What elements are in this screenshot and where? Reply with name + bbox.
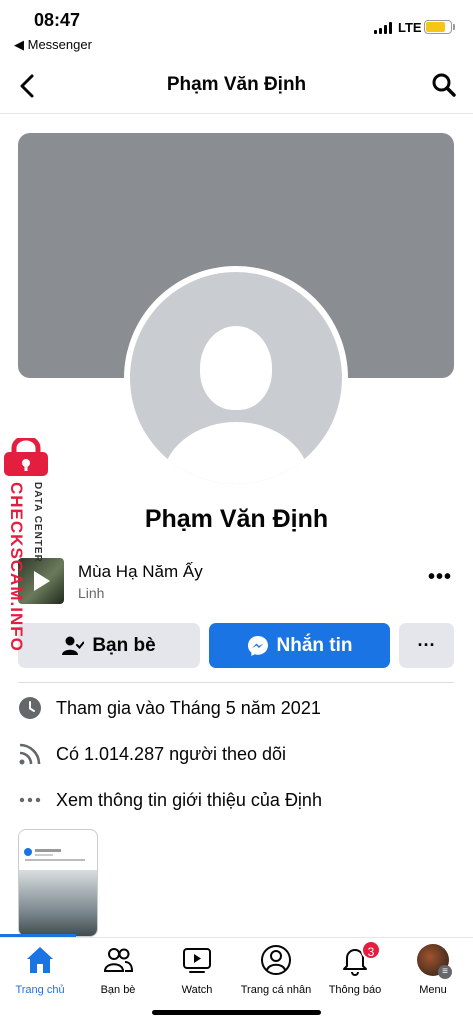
divider (18, 682, 454, 683)
default-avatar-icon (130, 272, 342, 484)
featured-post-card[interactable] (18, 829, 98, 937)
tab-notifications[interactable]: 3 Thông báo (315, 940, 395, 1004)
followers-text: Có 1.014.287 người theo dõi (56, 743, 287, 764)
clock-icon (18, 696, 42, 720)
tab-label: Bạn bè (100, 984, 136, 996)
see-about-info[interactable]: Xem thông tin giới thiệu của Định (18, 785, 458, 815)
friends-button-label: Bạn bè (92, 634, 156, 656)
message-button[interactable]: Nhắn tin (209, 623, 390, 668)
message-button-label: Nhắn tin (276, 634, 353, 656)
music-title: Mùa Hạ Năm Ấy (78, 562, 203, 581)
status-bar: 08:47 ◀ Messenger LTE (0, 0, 473, 58)
network-label: LTE (398, 20, 422, 35)
post-header-thumbnail (24, 848, 85, 861)
battery-icon (424, 20, 455, 34)
tab-label: Watch (181, 984, 213, 996)
tab-home[interactable]: Trang chủ (0, 944, 80, 1004)
notification-badge: 3 (361, 940, 381, 960)
tab-menu[interactable]: Menu (393, 944, 473, 1004)
tab-label: Menu (419, 984, 447, 996)
search-icon[interactable] (431, 72, 457, 98)
back-to-messenger-link[interactable]: ◀ Messenger (14, 37, 92, 53)
followers-info[interactable]: Có 1.014.287 người theo dõi (18, 739, 458, 769)
home-indicator (152, 1010, 321, 1015)
nav-header: Phạm Văn Định (0, 58, 473, 114)
tab-label: Trang chủ (15, 984, 65, 996)
tab-watch[interactable]: Watch (157, 944, 237, 1004)
status-time: 08:47 (34, 10, 81, 30)
music-more-button[interactable]: ••• (428, 566, 452, 589)
lock-logo-icon (4, 438, 48, 476)
ellipsis-icon (18, 788, 42, 812)
more-options-button[interactable]: ··· (399, 623, 454, 668)
profile-name: Phạm Văn Định (144, 505, 329, 533)
more-options-label: ··· (417, 635, 436, 655)
tab-profile[interactable]: Trang cá nhân (236, 944, 316, 1004)
profile-music[interactable]: Mùa Hạ Năm Ấy Linh ••• (18, 558, 458, 606)
tab-friends[interactable]: Bạn bè (78, 944, 158, 1004)
signal-icon (374, 22, 392, 34)
tab-label: Trang cá nhân (240, 984, 312, 996)
tab-label: Thông báo (328, 984, 382, 996)
menu-avatar-icon (417, 944, 452, 979)
friend-check-icon (62, 636, 85, 655)
friends-icon (103, 948, 134, 972)
home-icon (27, 947, 53, 973)
watermark-main-text: CHECKSCAM.INFO (7, 482, 26, 652)
profile-picture[interactable] (124, 266, 348, 490)
watermark-sub-text: DATA CENTER (32, 482, 43, 563)
page-title: Phạm Văn Định (166, 74, 307, 95)
joined-info: Tham gia vào Tháng 5 năm 2021 (18, 693, 458, 723)
see-about-text: Xem thông tin giới thiệu của Định (56, 789, 322, 810)
post-photo (19, 870, 97, 936)
joined-text: Tham gia vào Tháng 5 năm 2021 (56, 697, 321, 718)
music-artist: Linh (78, 585, 105, 601)
rss-icon (18, 742, 42, 766)
profile-icon (261, 945, 291, 975)
messenger-icon (247, 635, 268, 656)
watch-icon (183, 948, 211, 973)
watermark: CHECKSCAM.INFO DATA CENTER (2, 438, 52, 668)
